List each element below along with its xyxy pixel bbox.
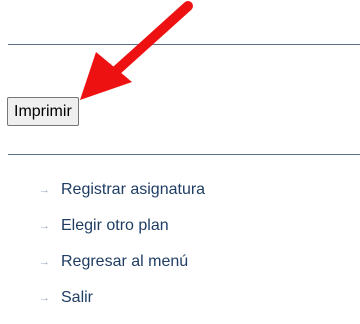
arrow-right-icon: → (39, 220, 50, 232)
arrow-right-icon: → (39, 256, 50, 268)
exit-link[interactable]: Salir (61, 288, 93, 308)
arrow-right-icon: → (39, 184, 50, 196)
register-course-link[interactable]: Registrar asignatura (61, 180, 205, 200)
list-item: → Regresar al menú (39, 252, 205, 288)
back-to-menu-link[interactable]: Regresar al menú (61, 252, 188, 272)
list-item: → Salir (39, 288, 205, 324)
page: Imprimir → Registrar asignatura → Elegir… (0, 0, 360, 324)
list-item: → Elegir otro plan (39, 216, 205, 252)
bottom-divider (8, 154, 360, 155)
print-button[interactable]: Imprimir (7, 97, 79, 126)
choose-other-plan-link[interactable]: Elegir otro plan (61, 216, 169, 236)
arrow-right-icon: → (39, 292, 50, 304)
menu-links: → Registrar asignatura → Elegir otro pla… (39, 180, 205, 324)
list-item: → Registrar asignatura (39, 180, 205, 216)
top-divider (8, 44, 360, 45)
